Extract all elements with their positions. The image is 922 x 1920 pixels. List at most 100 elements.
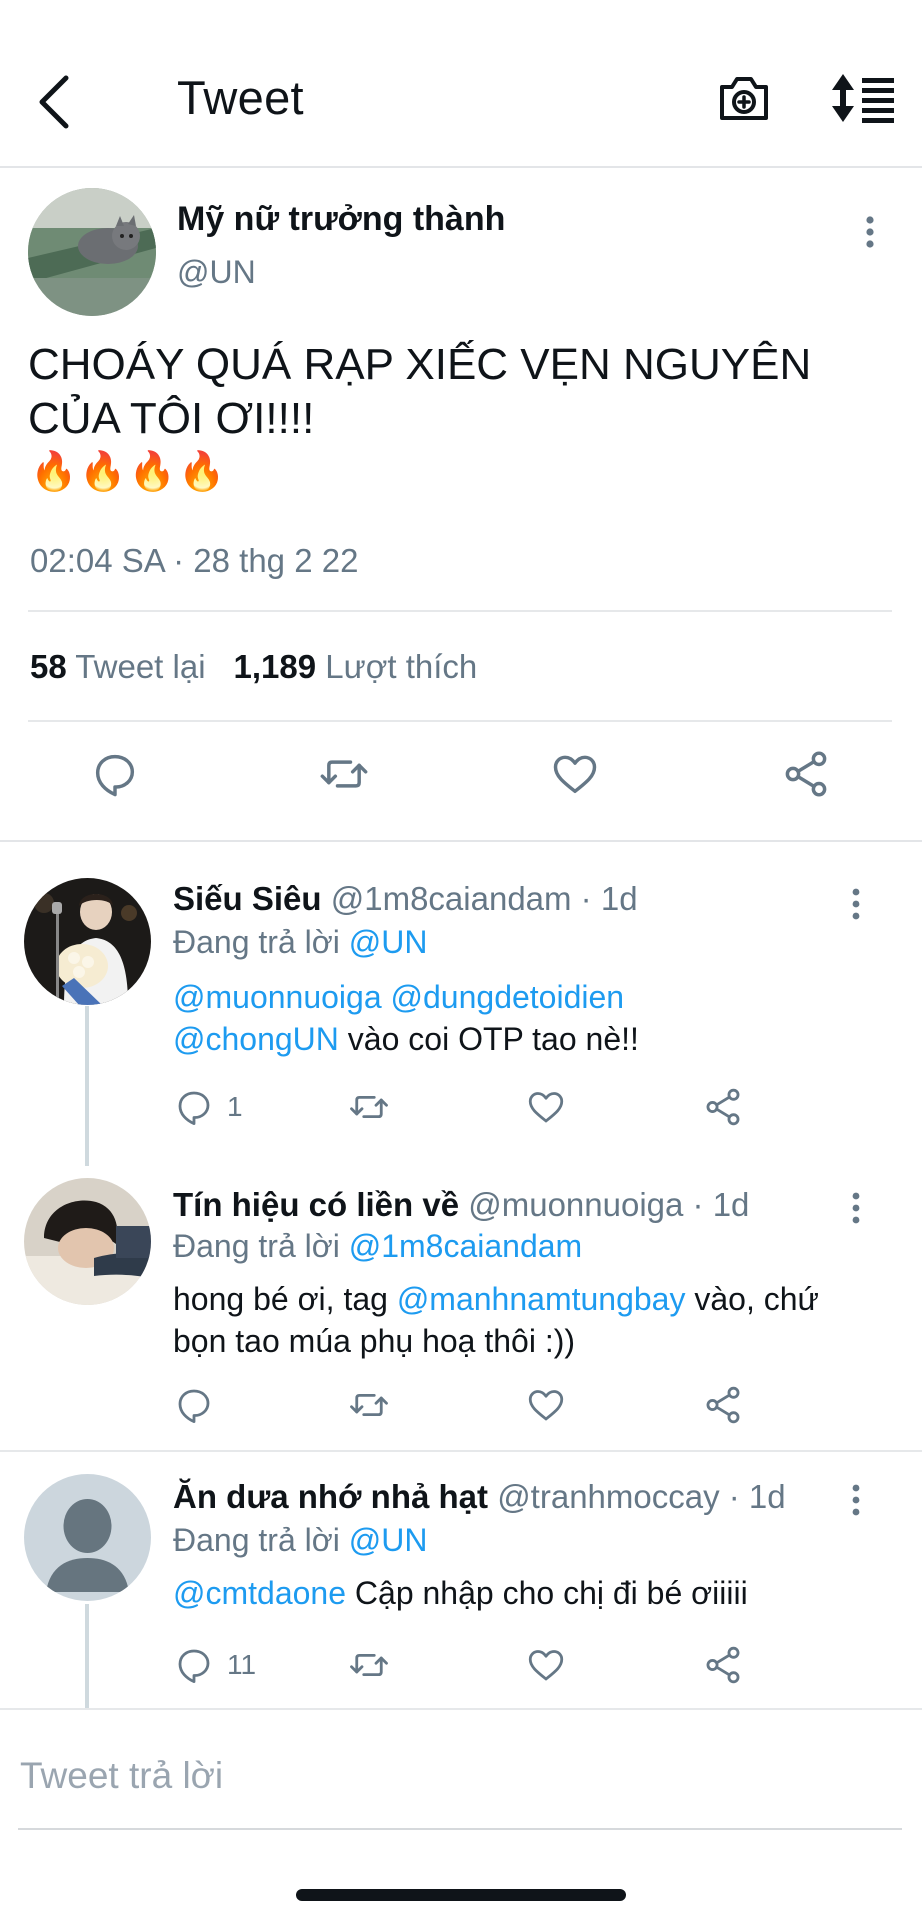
more-vertical-icon (852, 1484, 860, 1516)
share-button[interactable] (702, 1384, 744, 1426)
reply-text: @muonnuoiga @dungdetoidien @chongUN vào c… (173, 976, 873, 1060)
heart-icon (553, 755, 597, 794)
tweet-actions (0, 740, 922, 820)
reply-button[interactable] (173, 1384, 227, 1426)
retweet-stat[interactable]: 58 Tweet lại (30, 648, 206, 685)
share-icon (706, 1088, 740, 1126)
home-indicator[interactable] (296, 1889, 626, 1901)
retweet-icon (350, 1653, 388, 1677)
retweet-label: Tweet lại (75, 648, 206, 685)
replying-to: Đang trả lời @1m8caiandam (173, 1228, 582, 1265)
reply-count: 1 (227, 1091, 243, 1122)
author-handle[interactable]: @UN (177, 254, 256, 291)
share-button[interactable] (702, 1086, 744, 1128)
reply-icon (95, 754, 135, 797)
share-button[interactable] (780, 748, 832, 800)
reply-avatar[interactable] (24, 878, 151, 1005)
replying-to: Đang trả lời @UN (173, 1522, 427, 1559)
more-vertical-icon (852, 1192, 860, 1224)
replying-to-label: Đang trả lời (173, 1228, 349, 1264)
like-label: Lượt thích (325, 648, 478, 685)
reply-text: hong bé ơi, tag @manhnamtungbay vào, chứ… (173, 1278, 873, 1362)
retweet-button[interactable] (348, 1086, 390, 1128)
retweet-button[interactable] (348, 1644, 390, 1686)
main-tweet: Mỹ nữ trưởng thành @UN CHOÁY QUÁ RẠP XIẾ… (0, 170, 922, 842)
mention-link[interactable]: @dungdetoidien (391, 979, 625, 1015)
mention-link[interactable]: @cmtdaone (173, 1575, 346, 1611)
reply-meta: @muonnuoiga · 1d (468, 1186, 750, 1223)
reply-input[interactable] (20, 1746, 900, 1806)
heart-icon (528, 1390, 564, 1421)
like-button[interactable] (525, 1384, 567, 1426)
reply-meta: @1m8caiandam · 1d (330, 880, 638, 917)
mention-link[interactable]: @manhnamtungbay (397, 1281, 686, 1317)
like-stat[interactable]: 1,189 Lượt thích (234, 648, 478, 685)
back-button[interactable] (30, 70, 80, 130)
reply-header: Tín hiệu có liền về @muonnuoiga · 1d (173, 1186, 749, 1224)
fire-emoji: 🔥🔥🔥🔥 (30, 451, 228, 493)
reply-text-body: Cập nhập cho chị đi bé ơiiiii (346, 1575, 748, 1611)
reply-actions: 11 (0, 1644, 922, 1694)
reply-actions: 1 (0, 1086, 922, 1136)
reply-button[interactable] (89, 748, 141, 800)
reply-avatar[interactable] (24, 1474, 151, 1601)
replying-to-link[interactable]: @1m8caiandam (349, 1228, 582, 1264)
replying-to-link[interactable]: @UN (349, 924, 428, 960)
reply-input-underline (18, 1828, 902, 1830)
camera-button[interactable] (716, 70, 772, 126)
compose-reply-bar (0, 1708, 922, 1828)
mention-link[interactable]: @muonnuoiga (173, 979, 382, 1015)
reply-more-button[interactable] (846, 1482, 866, 1518)
share-icon (785, 751, 827, 797)
sort-button[interactable] (830, 72, 896, 124)
replying-to-label: Đang trả lời (173, 1522, 349, 1558)
more-vertical-icon (852, 888, 860, 920)
replying-to-link[interactable]: @UN (349, 1522, 428, 1558)
reply-icon (178, 1649, 210, 1684)
reply-more-button[interactable] (846, 886, 866, 922)
like-button[interactable] (549, 748, 601, 800)
reply-text: @cmtdaone Cập nhập cho chị đi bé ơiiiii (173, 1572, 873, 1614)
reply-tweet[interactable]: Siếu Siêu @1m8caiandam · 1d Đang trả lời… (0, 876, 922, 1166)
reply-tweet[interactable]: Tín hiệu có liền về @muonnuoiga · 1d Đan… (0, 1170, 922, 1452)
like-button[interactable] (525, 1086, 567, 1128)
retweet-icon (350, 1393, 388, 1417)
reply-icon (178, 1091, 210, 1126)
reply-count: 11 (227, 1649, 257, 1680)
reply-text-body: vào coi OTP tao nè!! (338, 1021, 639, 1057)
person-photo-avatar (24, 878, 151, 1005)
chevron-left-icon (39, 75, 69, 129)
author-name[interactable]: Mỹ nữ trưởng thành (177, 200, 505, 239)
reply-more-button[interactable] (846, 1190, 866, 1226)
reply-meta: @tranhmoccay · 1d (497, 1478, 786, 1515)
reply-avatar[interactable] (24, 1178, 151, 1305)
share-icon (706, 1386, 740, 1424)
reply-tweet[interactable]: Ăn dưa nhớ nhả hạt @tranhmoccay · 1d Đan… (0, 1460, 922, 1708)
author-avatar[interactable] (28, 188, 156, 316)
reply-actions (0, 1384, 922, 1434)
retweet-icon (320, 760, 368, 788)
retweet-button[interactable] (348, 1384, 390, 1426)
share-button[interactable] (702, 1644, 744, 1686)
more-options-button[interactable] (858, 212, 882, 252)
like-button[interactable] (525, 1644, 567, 1686)
replying-to: Đang trả lời @UN (173, 924, 427, 961)
divider (28, 610, 892, 612)
top-bar: Tweet (0, 0, 922, 168)
person-photo-avatar (24, 1178, 151, 1305)
reply-button[interactable]: 11 (173, 1644, 256, 1686)
share-icon (706, 1646, 740, 1684)
sort-list-icon (832, 74, 894, 123)
reply-author-name[interactable]: Ăn dưa nhớ nhả hạt (173, 1478, 488, 1515)
reply-text-start: hong bé ơi, tag (173, 1281, 397, 1317)
reply-author-name[interactable]: Tín hiệu có liền về (173, 1186, 459, 1223)
tweet-text: CHOÁY QUÁ RẠP XIẾC VẸN NGUYÊN CỦA TÔI ƠI… (28, 340, 812, 443)
reply-author-name[interactable]: Siếu Siêu (173, 880, 322, 917)
default-avatar-icon (24, 1474, 151, 1601)
camera-plus-icon (720, 77, 768, 120)
reply-header: Siếu Siêu @1m8caiandam · 1d (173, 880, 638, 918)
heart-icon (528, 1650, 564, 1681)
retweet-button[interactable] (318, 748, 370, 800)
mention-link[interactable]: @chongUN (173, 1021, 339, 1057)
reply-button[interactable]: 1 (173, 1086, 243, 1128)
